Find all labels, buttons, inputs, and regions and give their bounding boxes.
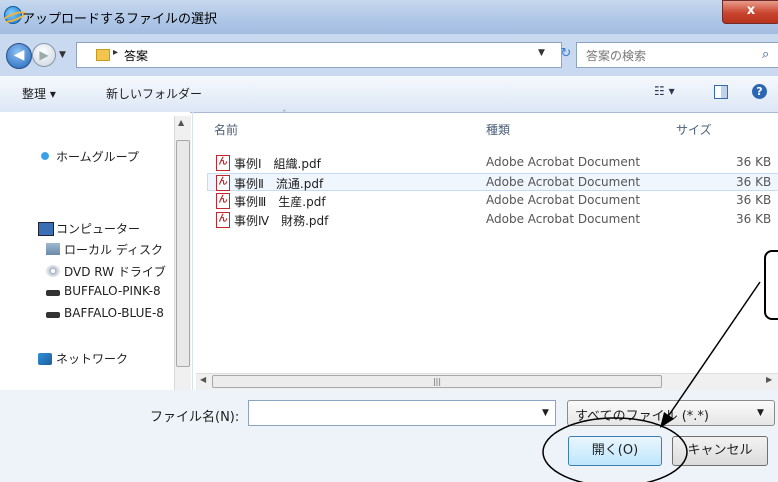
annotation-circle [542,417,688,482]
annotation-arrow-line [666,281,761,419]
annotation-overlay [542,281,761,482]
